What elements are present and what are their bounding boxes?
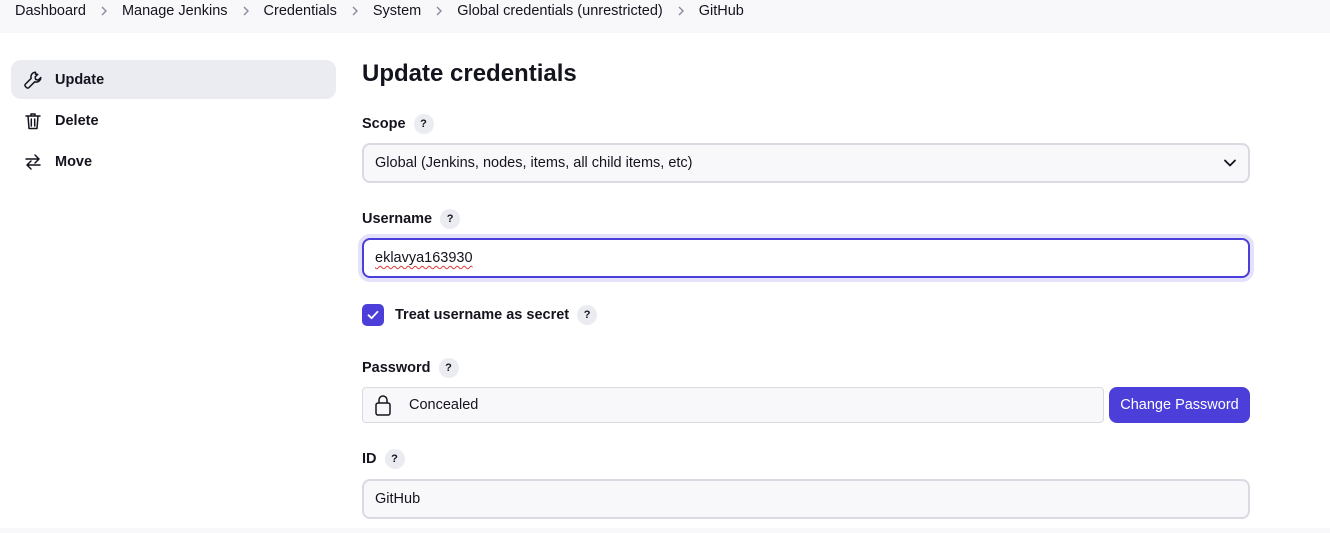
treat-secret-label[interactable]: Treat username as secret [395,307,569,323]
chevron-down-icon [1224,159,1236,167]
breadcrumb-global-credentials[interactable]: Global credentials (unrestricted) [457,2,663,19]
treat-secret-help-button[interactable]: ? [577,305,598,325]
id-input[interactable]: GitHub [362,479,1250,519]
sidebar-item-label: Delete [55,112,99,129]
trash-icon [23,111,43,131]
password-label-row: Password ? [362,358,459,378]
breadcrumb: Dashboard Manage Jenkins Credentials Sys… [0,0,1330,33]
id-value: GitHub [375,491,421,507]
breadcrumb-credentials[interactable]: Credentials [264,2,337,19]
username-label-row: Username ? [362,209,461,229]
password-help-button[interactable]: ? [438,358,459,378]
id-label-row: ID ? [362,449,405,469]
scope-selected-value: Global (Jenkins, nodes, items, all child… [375,155,693,171]
password-field: Concealed [362,387,1104,423]
id-help-button[interactable]: ? [384,449,405,469]
lock-icon [373,393,393,417]
username-help-button[interactable]: ? [440,209,461,229]
sidebar: Update Delete Move [11,60,336,183]
breadcrumb-dashboard[interactable]: Dashboard [15,2,86,19]
password-concealed-text: Concealed [409,397,479,413]
password-label: Password [362,360,431,376]
scope-label: Scope [362,116,406,132]
treat-secret-row: Treat username as secret ? [362,304,598,326]
id-label: ID [362,451,377,467]
sidebar-item-move[interactable]: Move [11,142,336,181]
scope-select[interactable]: Global (Jenkins, nodes, items, all child… [362,143,1250,183]
checkmark-icon [367,310,379,320]
sidebar-item-delete[interactable]: Delete [11,101,336,140]
scope-help-button[interactable]: ? [413,114,434,134]
sidebar-item-label: Move [55,153,93,170]
move-arrows-icon [23,152,43,172]
change-password-button[interactable]: Change Password [1109,387,1250,423]
username-value: eklavya163930 [375,250,473,266]
chevron-right-icon [337,2,373,19]
sidebar-item-label: Update [55,71,105,88]
scope-label-row: Scope ? [362,114,434,134]
page-title: Update credentials [362,60,577,87]
page-bottom-edge [0,528,1330,533]
breadcrumb-system[interactable]: System [373,2,421,19]
chevron-right-icon [421,2,457,19]
chevron-right-icon [663,2,699,19]
treat-secret-checkbox[interactable] [362,304,384,326]
breadcrumb-manage-jenkins[interactable]: Manage Jenkins [122,2,228,19]
username-input[interactable]: eklavya163930 [362,238,1250,278]
chevron-right-icon [228,2,264,19]
breadcrumb-github[interactable]: GitHub [699,2,744,19]
chevron-right-icon [86,2,122,19]
username-label: Username [362,211,433,227]
wrench-icon [23,70,43,90]
sidebar-item-update[interactable]: Update [11,60,336,99]
